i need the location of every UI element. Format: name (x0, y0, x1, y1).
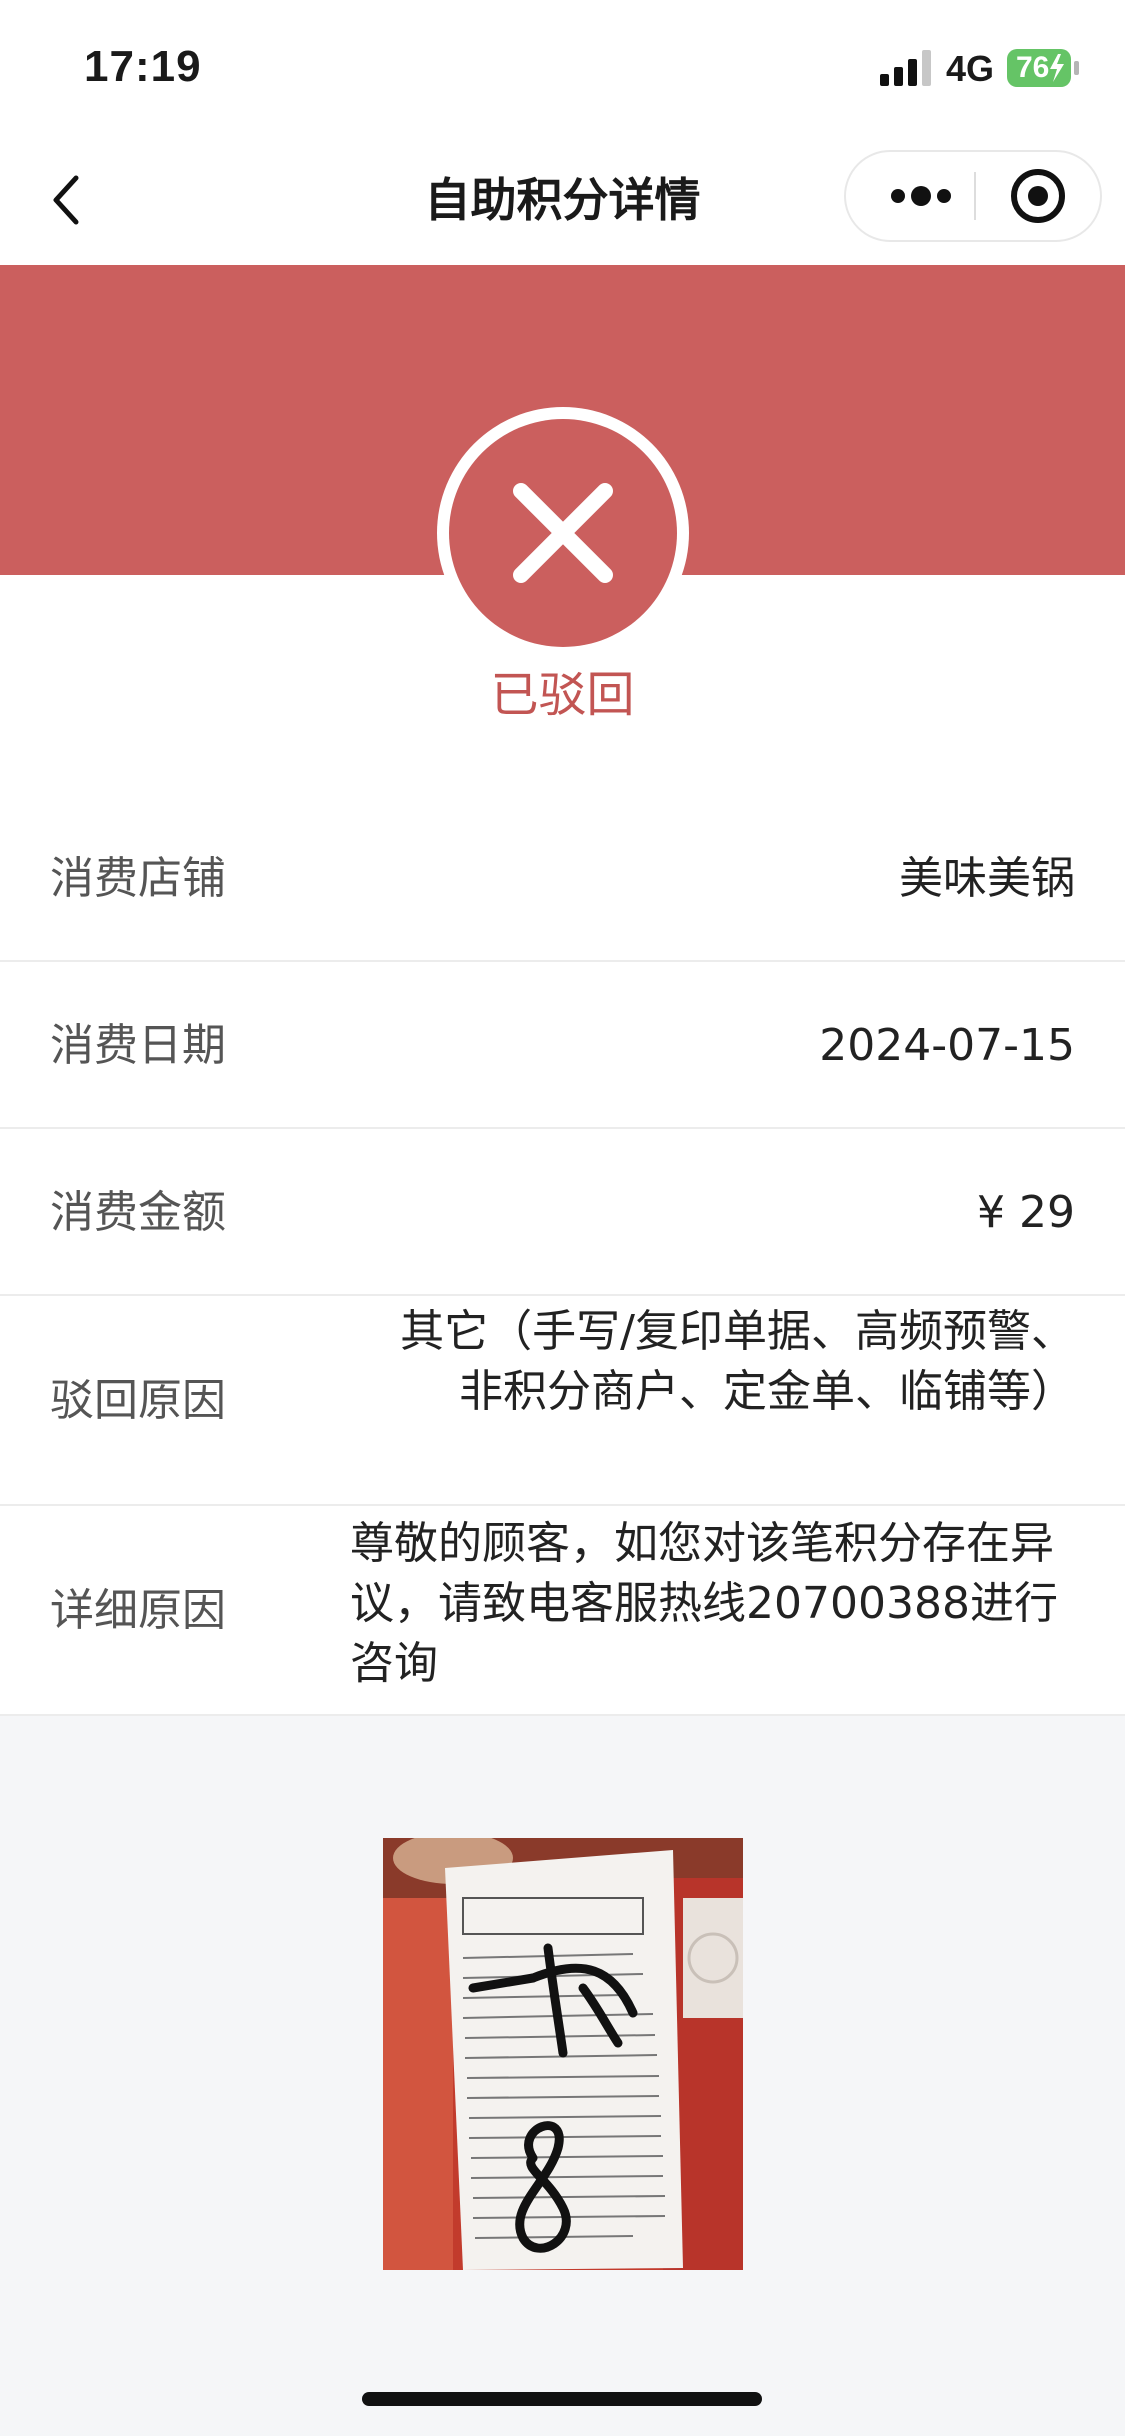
status-circle (437, 407, 689, 659)
more-dots-icon[interactable] (866, 152, 976, 240)
amount-label: 消费金额 (50, 1187, 226, 1238)
nav-bar: 自助积分详情 (0, 140, 1125, 265)
store-value: 美味美锅 (899, 853, 1075, 904)
reject-reason-value: 其它（手写/复印单据、高频预警、非积分商户、定金单、临铺等） (400, 1306, 1075, 1417)
status-circle-fill (449, 419, 677, 647)
detail-reason-label: 详细原因 (50, 1585, 226, 1636)
capsule-divider (974, 172, 976, 220)
status-bar: 17:19 4G 76 (0, 0, 1125, 140)
x-icon (513, 483, 613, 583)
detail-list: 消费店铺 美味美锅 消费日期 2024-07-15 消费金额 ¥ 29 驳回原因… (0, 795, 1125, 1716)
store-row: 消费店铺 美味美锅 (0, 795, 1125, 962)
receipt-photo[interactable] (383, 1838, 743, 2270)
status-time: 17:19 (84, 42, 202, 91)
target-close-icon[interactable] (978, 152, 1100, 240)
signal-icon (880, 50, 931, 86)
date-row: 消费日期 2024-07-15 (0, 962, 1125, 1129)
network-label: 4G (946, 48, 995, 89)
reject-reason-label: 驳回原因 (50, 1375, 226, 1426)
store-label: 消费店铺 (50, 853, 226, 904)
home-indicator (362, 2392, 762, 2406)
detail-reason-row: 详细原因 尊敬的顾客，如您对该笔积分存在异议，请致电客服热线20700388进行… (0, 1506, 1125, 1716)
date-label: 消费日期 (50, 1020, 226, 1071)
status-label: 已驳回 (490, 667, 635, 723)
mini-program-capsule (844, 150, 1102, 242)
date-value: 2024-07-15 (819, 1020, 1075, 1071)
battery-level: 76 (1016, 51, 1050, 84)
receipt-illustration (383, 1838, 743, 2270)
amount-row: 消费金额 ¥ 29 (0, 1129, 1125, 1296)
detail-reason-value: 尊敬的顾客，如您对该笔积分存在异议，请致电客服热线20700388进行咨询 (350, 1518, 1058, 1689)
reject-reason-row: 驳回原因 其它（手写/复印单据、高频预警、非积分商户、定金单、临铺等） (0, 1296, 1125, 1506)
amount-value: ¥ 29 (977, 1187, 1075, 1238)
receipt-section (0, 1716, 1125, 2436)
